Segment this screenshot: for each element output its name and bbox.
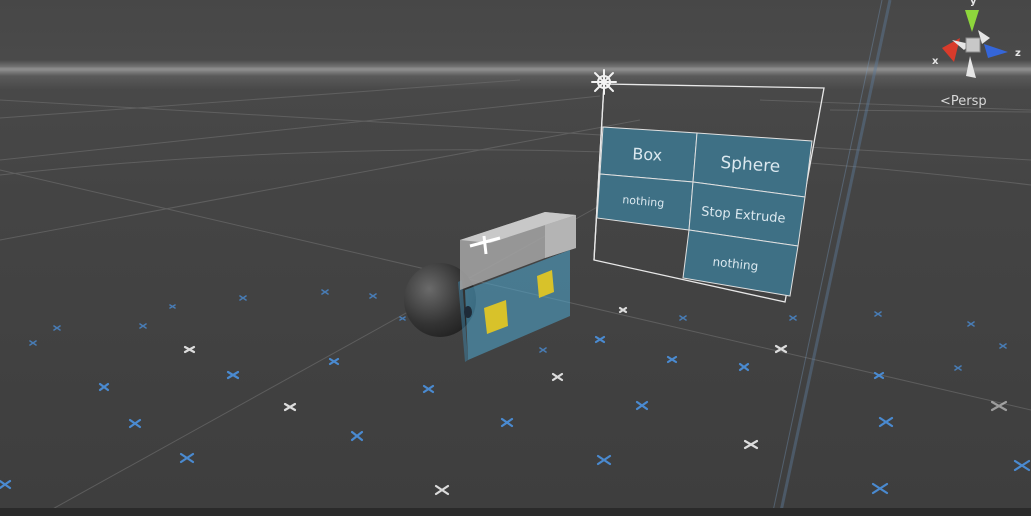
axis-y-label: y xyxy=(970,0,977,7)
bottom-bar xyxy=(0,508,1031,516)
axis-z-label: z xyxy=(1015,48,1021,59)
axis-x-label: x xyxy=(932,56,939,67)
projection-toggle[interactable]: <Persp xyxy=(940,94,987,109)
nothing-button-left[interactable]: nothing xyxy=(596,173,694,231)
menu-buttons: Box Sphere nothing Stop Extrude nothing xyxy=(596,126,813,297)
projection-label: Persp xyxy=(950,94,987,109)
box-button-label: Box xyxy=(632,144,663,165)
box-button[interactable]: Box xyxy=(599,126,698,183)
scene-viewport[interactable]: Box Sphere nothing Stop Extrude nothing xyxy=(0,0,1031,516)
sphere-button-label: Sphere xyxy=(720,153,781,177)
chevron-left-icon: < xyxy=(940,94,951,109)
